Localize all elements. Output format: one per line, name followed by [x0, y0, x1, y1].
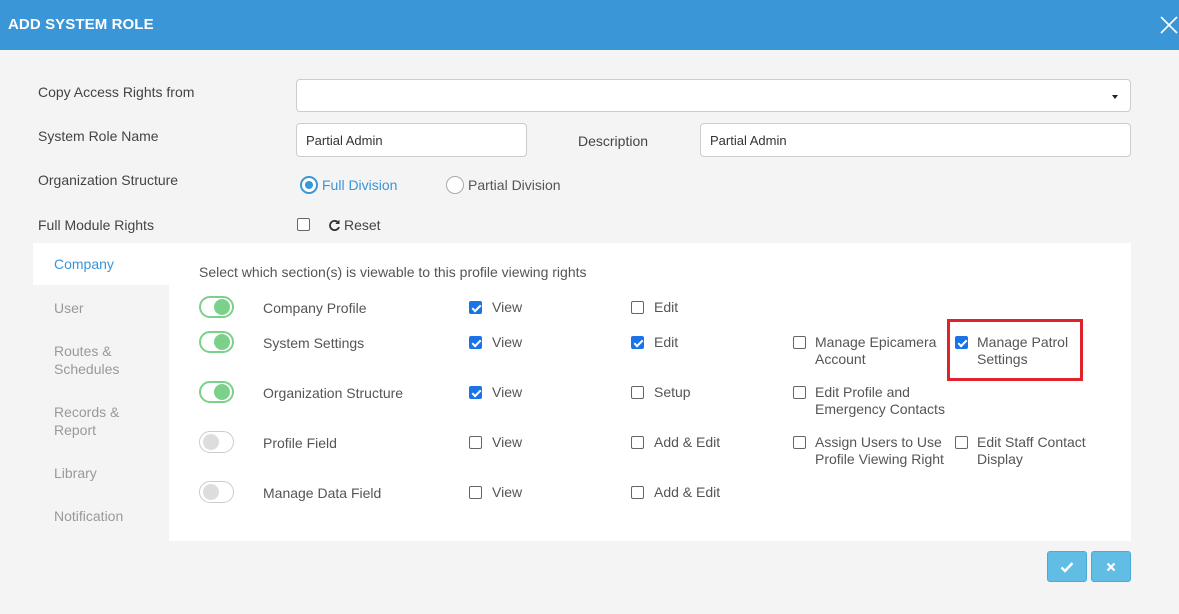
profile-field-toggle[interactable] [199, 431, 234, 453]
company-profile-view-checkbox[interactable] [469, 301, 482, 314]
panel-description: Select which section(s) is viewable to t… [199, 264, 587, 280]
manage-data-field-add-edit-label: Add & Edit [654, 484, 721, 500]
edit-profile-emergency-label: Edit Profile and Emergency Contacts [815, 384, 945, 417]
assign-users-label: Assign Users to Use Profile Viewing Righ… [815, 434, 944, 467]
org-structure-view-label: View [492, 384, 523, 400]
sidebar-item-label: Records & Report [54, 404, 120, 438]
sidebar-item-label: Company [54, 256, 114, 272]
full-module-label: Full Module Rights [38, 217, 154, 233]
check-icon [1060, 561, 1074, 573]
profile-field-view-label: View [492, 434, 523, 450]
partial-division-label[interactable]: Partial Division [468, 177, 561, 193]
sidebar-item-user[interactable]: User [33, 299, 169, 317]
org-structure-setup-checkbox[interactable] [631, 386, 644, 399]
org-structure-label: Organization Structure [38, 172, 179, 188]
caret-down-icon [1112, 95, 1118, 99]
row-label-organization-structure: Organization Structure [263, 385, 404, 401]
dialog-header: ADD SYSTEM ROLE [0, 0, 1179, 50]
company-profile-toggle[interactable] [199, 296, 234, 318]
partial-division-radio[interactable] [446, 176, 464, 194]
manage-data-field-view-label: View [492, 484, 523, 500]
system-settings-toggle[interactable] [199, 331, 234, 353]
row-label-profile-field: Profile Field [263, 435, 337, 451]
highlight-annotation-box [947, 319, 1083, 381]
company-profile-view-label: View [492, 299, 523, 315]
cancel-button[interactable] [1091, 551, 1131, 582]
org-structure-setup-label: Setup [654, 384, 691, 400]
manage-data-field-add-edit-checkbox[interactable] [631, 486, 644, 499]
system-settings-edit-checkbox[interactable] [631, 336, 644, 349]
row-label-system-settings: System Settings [263, 335, 365, 351]
profile-field-add-edit-label: Add & Edit [654, 434, 721, 450]
row-label-manage-data-field: Manage Data Field [263, 485, 382, 501]
reset-button[interactable]: Reset [328, 217, 381, 233]
organization-structure-toggle[interactable] [199, 381, 234, 403]
refresh-icon [329, 219, 340, 231]
full-division-radio[interactable] [300, 176, 318, 194]
org-structure-view-checkbox[interactable] [469, 386, 482, 399]
profile-field-view-checkbox[interactable] [469, 436, 482, 449]
copy-access-label: Copy Access Rights from [38, 84, 195, 100]
x-icon [1106, 562, 1116, 571]
sidebar-item-records-report[interactable]: Records & Report [33, 403, 169, 439]
company-profile-edit-checkbox[interactable] [631, 301, 644, 314]
sidebar-item-company[interactable]: Company [33, 243, 169, 285]
manage-data-field-toggle[interactable] [199, 481, 234, 503]
profile-field-add-edit-checkbox[interactable] [631, 436, 644, 449]
sidebar-item-label: Routes & Schedules [54, 343, 120, 377]
sidebar-item-label: Notification [54, 508, 124, 524]
sidebar-item-label: User [54, 300, 84, 316]
manage-epicamera-checkbox[interactable] [793, 336, 806, 349]
system-settings-view-label: View [492, 334, 523, 350]
edit-profile-emergency-checkbox[interactable] [793, 386, 806, 399]
sidebar-item-label: Library [54, 465, 97, 481]
description-input[interactable] [700, 123, 1131, 157]
dialog-title: ADD SYSTEM ROLE [8, 16, 154, 33]
close-icon [1160, 16, 1178, 34]
description-label: Description [578, 133, 649, 149]
row-label-company-profile: Company Profile [263, 300, 367, 316]
close-button[interactable] [1157, 12, 1179, 38]
copy-access-select[interactable] [296, 79, 1131, 112]
role-name-label: System Role Name [38, 128, 159, 144]
manage-data-field-view-checkbox[interactable] [469, 486, 482, 499]
sidebar-item-library[interactable]: Library [33, 464, 169, 482]
sidebar-item-notification[interactable]: Notification [33, 507, 169, 525]
system-settings-view-checkbox[interactable] [469, 336, 482, 349]
manage-epicamera-label: Manage Epicamera Account [815, 334, 937, 367]
assign-users-checkbox[interactable] [793, 436, 806, 449]
reset-label: Reset [344, 217, 381, 233]
confirm-button[interactable] [1047, 551, 1087, 582]
edit-staff-contact-checkbox[interactable] [955, 436, 968, 449]
system-settings-edit-label: Edit [654, 334, 679, 350]
section-sidebar: Company User Routes & Schedules Records … [33, 243, 169, 541]
full-division-label[interactable]: Full Division [322, 177, 397, 193]
role-name-input[interactable] [296, 123, 527, 157]
company-profile-edit-label: Edit [654, 299, 679, 315]
full-module-checkbox[interactable] [297, 218, 310, 231]
edit-staff-contact-label: Edit Staff Contact Display [977, 434, 1086, 467]
sidebar-item-routes-schedules[interactable]: Routes & Schedules [33, 342, 169, 378]
